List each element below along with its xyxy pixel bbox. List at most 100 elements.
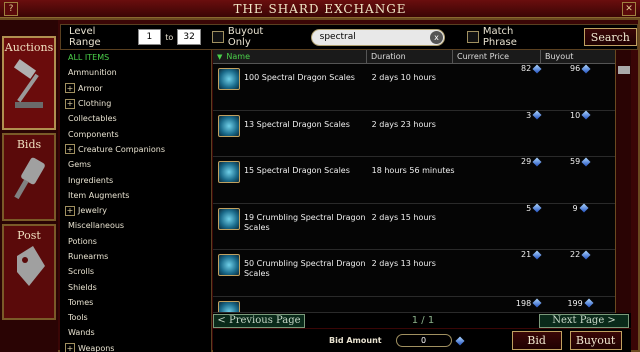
category-components[interactable]: Components bbox=[60, 126, 211, 141]
next-page-button[interactable]: Next Page > bbox=[539, 313, 629, 328]
table-row[interactable]: 15 Spectral Dragon Scales 18 hours 56 mi… bbox=[213, 156, 615, 204]
table-row[interactable]: 198 199 bbox=[213, 297, 615, 313]
listing-name: 19 Crumbling Spectral Dragon Scales bbox=[243, 212, 366, 232]
category-clothing[interactable]: + Clothing bbox=[60, 96, 211, 111]
listing-name: 100 Spectral Dragon Scales bbox=[243, 73, 355, 82]
shard-icon bbox=[532, 298, 542, 308]
dragon-scale-icon bbox=[218, 114, 240, 137]
category-scrolls[interactable]: Scrolls bbox=[60, 264, 211, 279]
listing-current-price: 21 bbox=[457, 249, 545, 296]
category-label: Jewelry bbox=[78, 206, 107, 216]
category-runearms[interactable]: Runearms bbox=[60, 249, 211, 264]
current-price-value: 82 bbox=[521, 64, 532, 73]
shard-icon bbox=[532, 63, 542, 74]
category-label: Gems bbox=[68, 160, 92, 170]
category-collectables[interactable]: Collectables bbox=[60, 111, 211, 126]
listing-buyout: 199 bbox=[545, 297, 615, 312]
tab-post[interactable]: Post bbox=[2, 224, 56, 320]
expand-icon[interactable]: + bbox=[65, 144, 75, 155]
listing-name bbox=[244, 297, 372, 312]
category-label: Miscellaneous bbox=[68, 221, 125, 231]
scrollbar-thumb[interactable] bbox=[618, 66, 630, 74]
category-miscellaneous[interactable]: Miscellaneous bbox=[60, 218, 211, 233]
expand-icon[interactable]: + bbox=[65, 343, 75, 352]
category-tools[interactable]: Tools bbox=[60, 310, 211, 325]
search-input[interactable]: spectral x bbox=[310, 28, 445, 46]
listing-duration bbox=[372, 297, 458, 312]
listing-current-price: 198 bbox=[457, 297, 545, 312]
category-shields[interactable]: Shields bbox=[60, 279, 211, 294]
table-row[interactable]: 100 Spectral Dragon Scales 2 days 10 hou… bbox=[213, 63, 615, 111]
listing-current-price: 3 bbox=[457, 110, 545, 157]
column-buyout-header[interactable]: Buyout bbox=[541, 50, 615, 63]
search-text: spectral bbox=[319, 32, 356, 42]
category-tomes[interactable]: Tomes bbox=[60, 295, 211, 310]
buyout-button[interactable]: Buyout bbox=[569, 331, 622, 350]
category-potions[interactable]: Potions bbox=[60, 234, 211, 249]
category-wands[interactable]: Wands bbox=[60, 325, 211, 340]
previous-page-button[interactable]: < Previous Page bbox=[213, 313, 305, 328]
category-label: Ingredients bbox=[68, 175, 114, 185]
column-name-text: Name bbox=[226, 52, 250, 61]
listing-name: 50 Crumbling Spectral Dragon Scales bbox=[243, 259, 366, 278]
buyout-value: 199 bbox=[567, 298, 583, 308]
column-current-price-header[interactable]: Current Price bbox=[453, 50, 541, 63]
expand-icon[interactable]: + bbox=[65, 83, 75, 94]
match-phrase-label: Match Phrase bbox=[482, 26, 517, 48]
category-all-items[interactable]: ALL ITEMS bbox=[60, 50, 211, 65]
tab-bids-label: Bids bbox=[16, 138, 42, 151]
column-duration-header[interactable]: Duration bbox=[367, 50, 453, 63]
window-title: THE SHARD EXCHANGE bbox=[233, 1, 407, 16]
level-to-input[interactable]: 32 bbox=[177, 29, 201, 45]
table-row[interactable]: 50 Crumbling Spectral Dragon Scales 2 da… bbox=[213, 249, 615, 297]
category-label: Item Augments bbox=[68, 190, 130, 200]
bid-amount-label: Bid Amount bbox=[329, 336, 382, 345]
level-from-input[interactable]: 1 bbox=[137, 29, 162, 45]
category-jewelry[interactable]: + Jewelry bbox=[60, 203, 211, 218]
buyout-only-checkbox[interactable] bbox=[211, 31, 224, 43]
category-gems[interactable]: Gems bbox=[60, 157, 211, 172]
category-label: Tools bbox=[68, 313, 88, 323]
category-ammunition[interactable]: Ammunition bbox=[60, 65, 211, 80]
category-creature-companions[interactable]: + Creature Companions bbox=[60, 142, 211, 157]
listing-current-price: 29 bbox=[457, 156, 545, 203]
listing-buyout: 96 bbox=[545, 63, 615, 110]
sort-desc-icon: ▼ bbox=[217, 52, 223, 61]
category-label: Ammunition bbox=[68, 68, 117, 78]
expand-icon[interactable]: + bbox=[65, 98, 75, 109]
current-price-value: 198 bbox=[515, 298, 532, 308]
buyout-value: 22 bbox=[570, 250, 581, 259]
listing-duration: 2 days 23 hours bbox=[371, 119, 436, 129]
shard-icon bbox=[579, 203, 589, 213]
match-phrase-checkbox[interactable] bbox=[467, 31, 479, 43]
table-header: ▼ Name Duration Current Price Buyout bbox=[213, 50, 615, 64]
column-name-header[interactable]: ▼ Name bbox=[213, 50, 367, 63]
listing-buyout: 9 bbox=[545, 203, 615, 250]
search-button[interactable]: Search bbox=[583, 28, 637, 46]
shard-icon bbox=[581, 110, 591, 120]
category-label: Clothing bbox=[78, 99, 112, 109]
results-scrollbar[interactable] bbox=[615, 50, 631, 313]
category-label: Wands bbox=[68, 328, 95, 338]
category-item-augments[interactable]: Item Augments bbox=[60, 188, 211, 203]
listing-current-price: 5 bbox=[457, 203, 545, 250]
filter-bar: Level Range 1 to 32 Buyout Only spectral… bbox=[60, 24, 638, 50]
clear-search-icon[interactable]: x bbox=[430, 30, 443, 44]
listing-buyout: 59 bbox=[545, 156, 615, 203]
tab-bids[interactable]: Bids bbox=[2, 133, 56, 221]
category-armor[interactable]: + Armor bbox=[60, 81, 211, 96]
tab-auctions[interactable]: Auctions bbox=[2, 36, 56, 130]
table-row[interactable]: 13 Spectral Dragon Scales 2 days 23 hour… bbox=[213, 110, 615, 157]
category-weapons[interactable]: + Weapons bbox=[60, 341, 211, 352]
close-button[interactable]: ✕ bbox=[622, 2, 636, 16]
current-price-value: 21 bbox=[521, 250, 532, 259]
bid-bar: Bid Amount 0 Bid Buyout bbox=[213, 329, 631, 352]
expand-icon[interactable]: + bbox=[65, 205, 75, 216]
bid-amount-input[interactable]: 0 bbox=[395, 334, 452, 347]
category-ingredients[interactable]: Ingredients bbox=[60, 172, 211, 187]
bid-button[interactable]: Bid bbox=[511, 331, 562, 350]
table-row[interactable]: 19 Crumbling Spectral Dragon Scales 2 da… bbox=[213, 203, 615, 250]
listing-duration: 2 days 13 hours bbox=[371, 259, 436, 268]
help-button[interactable]: ? bbox=[4, 2, 18, 16]
shard-icon bbox=[532, 249, 542, 260]
